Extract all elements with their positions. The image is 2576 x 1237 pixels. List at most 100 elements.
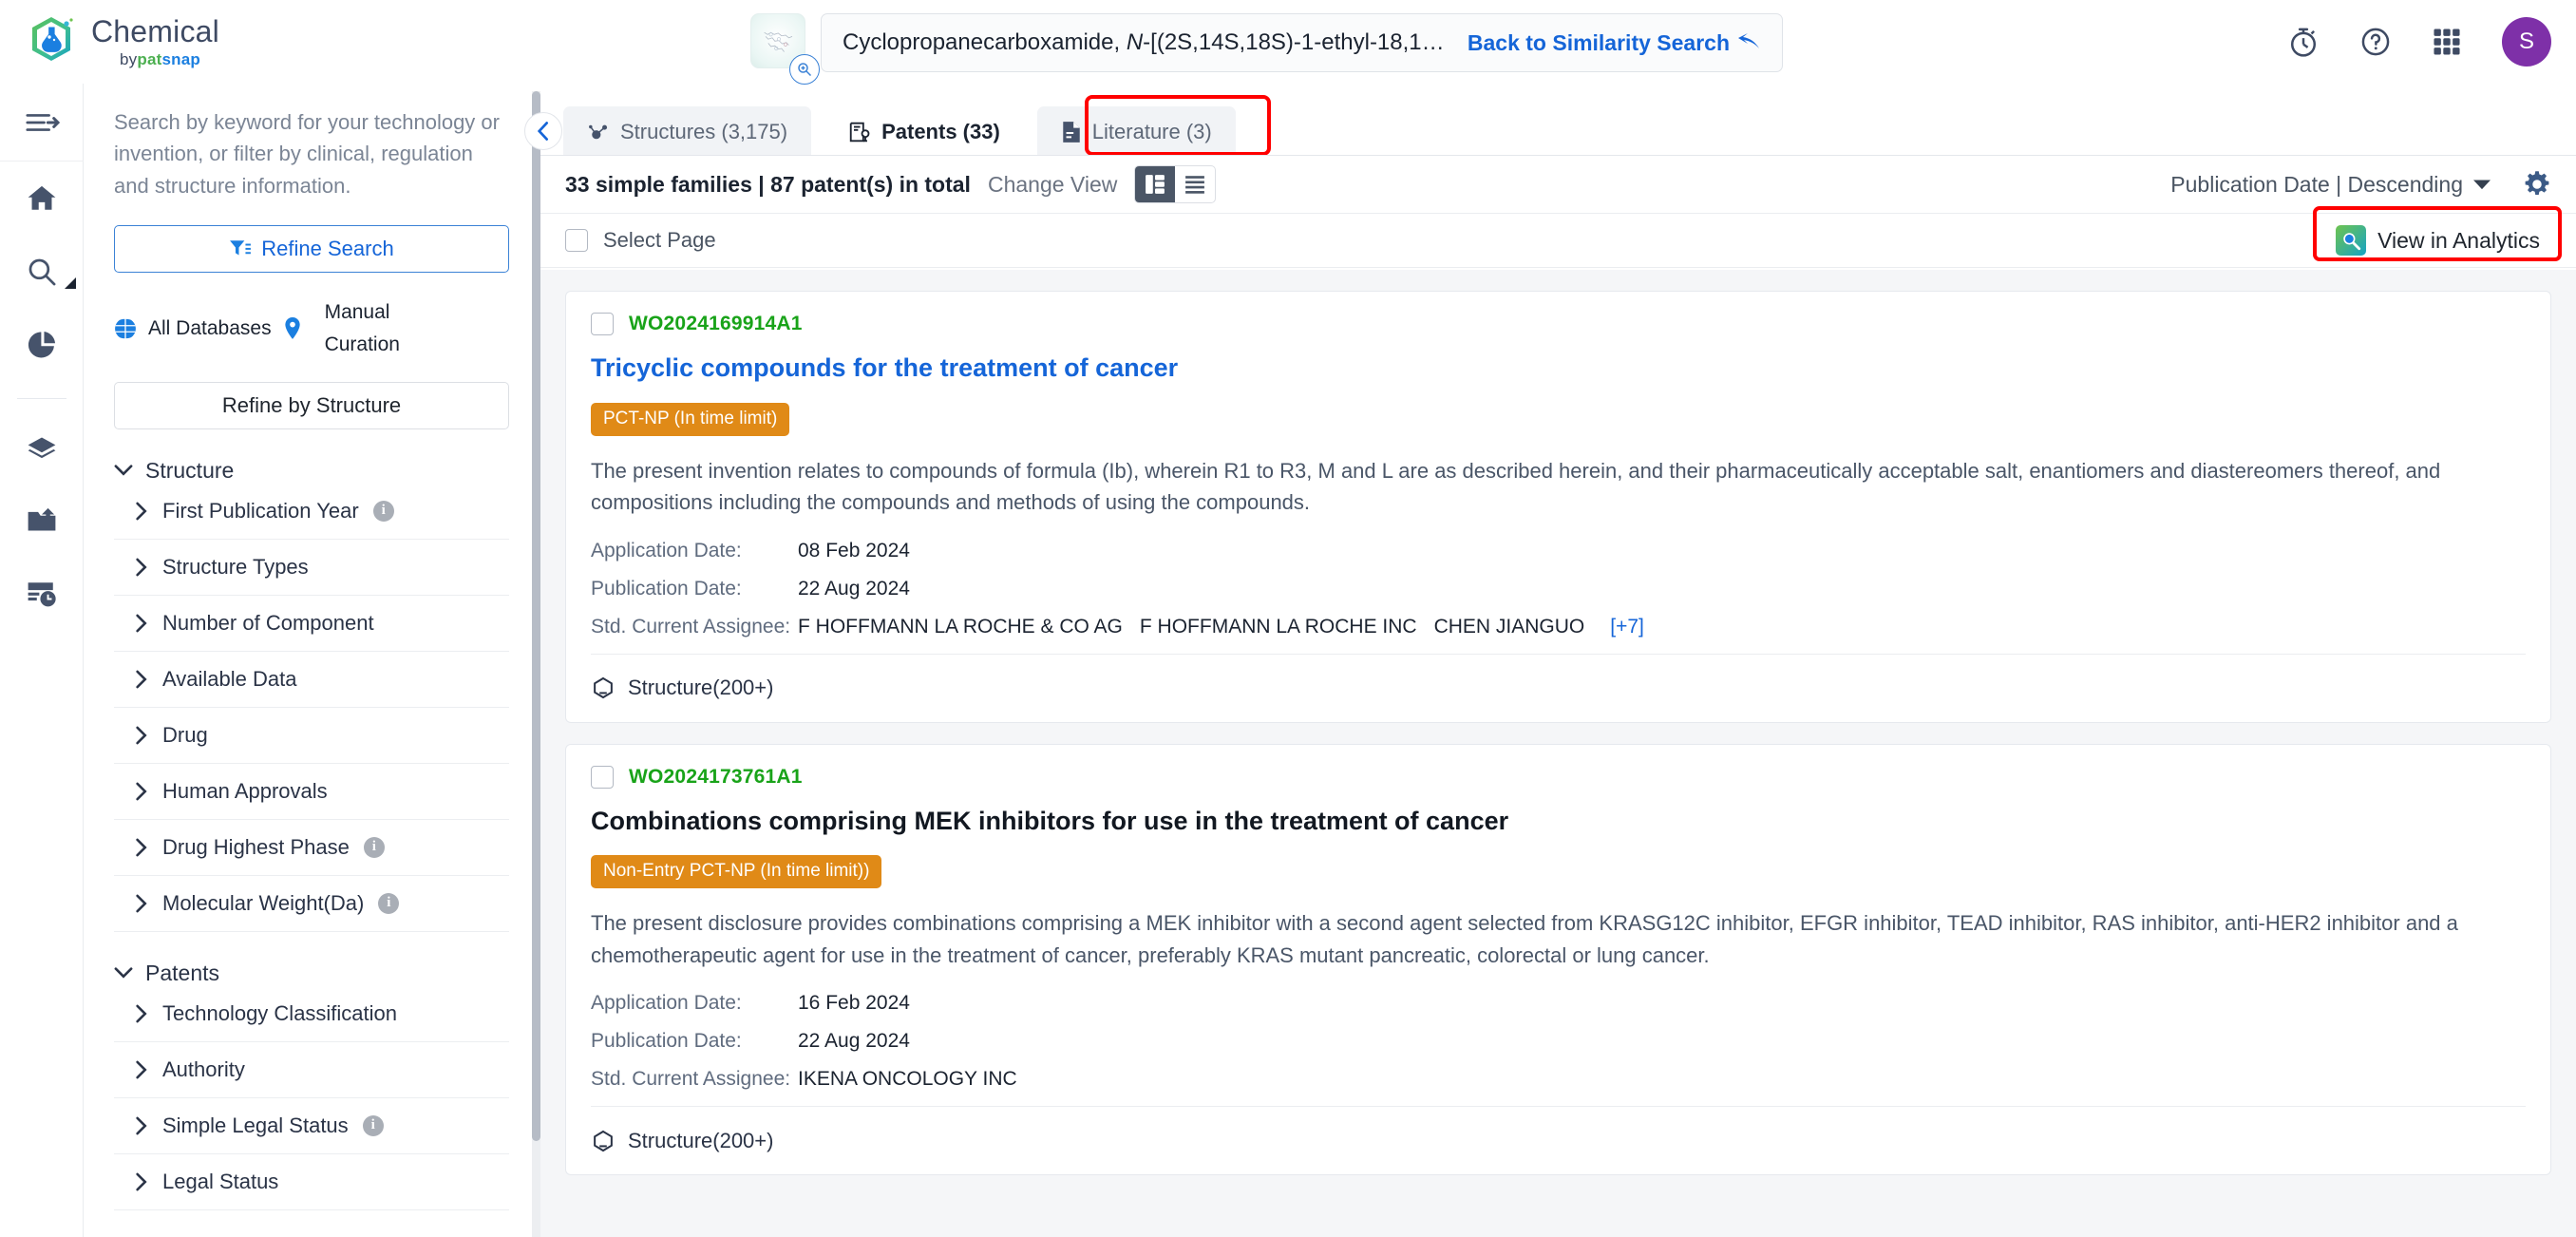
info-icon[interactable]: i (372, 500, 394, 522)
assignee-more-link[interactable]: [+7] (1610, 616, 1644, 638)
patent-result-card[interactable]: WO2024169914A1 Tricyclic compounds for t… (565, 291, 2551, 723)
results-toolbar: 33 simple families | 87 patent(s) in tot… (540, 156, 2576, 213)
analytics-pie-icon[interactable] (0, 308, 84, 381)
facet-authority[interactable]: Authority (114, 1042, 509, 1098)
facet-structure-types[interactable]: Structure Types (114, 540, 509, 596)
structure-count-link[interactable]: Structure(200+) (591, 1129, 773, 1153)
info-icon[interactable]: i (378, 892, 400, 914)
refine-search-button[interactable]: Refine Search (114, 225, 509, 274)
view-in-analytics-button[interactable]: View in Analytics (2324, 219, 2551, 261)
top-right-actions: S (2287, 0, 2551, 84)
legal-status-badge: Non-Entry PCT-NP (In time limit)) (591, 855, 882, 889)
card-footer: Structure(200+) (591, 653, 2526, 722)
avatar[interactable]: S (2502, 17, 2551, 67)
help-icon[interactable] (2359, 26, 2392, 58)
info-icon[interactable]: i (362, 1114, 384, 1136)
chevron-down-icon (114, 966, 133, 980)
assignee-item[interactable]: IKENA ONCOLOGY INC (798, 1068, 1017, 1090)
publication-number[interactable]: WO2024173761A1 (629, 766, 803, 789)
card-view-icon[interactable] (1135, 166, 1176, 202)
home-icon[interactable] (0, 162, 84, 235)
sort-selector[interactable]: Publication Date | Descending (2170, 172, 2491, 198)
chevron-right-icon (135, 1004, 148, 1023)
sort-label: Publication Date | Descending (2170, 171, 2463, 197)
search-icon[interactable] (0, 235, 84, 308)
filter-group-structure[interactable]: Structure (114, 458, 509, 484)
results-list: WO2024169914A1 Tricyclic compounds for t… (540, 270, 2576, 1237)
zoom-structure-icon[interactable] (789, 54, 820, 85)
refine-search-label: Refine Search (261, 237, 394, 261)
all-databases-label[interactable]: All Databases (148, 317, 272, 340)
tab-patents[interactable]: Patents (33) (824, 106, 1024, 156)
literature-doc-icon (1061, 121, 1082, 143)
gear-icon[interactable] (2523, 170, 2551, 199)
back-arrow-icon (1738, 33, 1761, 52)
brand-name: Chemical (91, 14, 219, 48)
facet-first-publication-year[interactable]: First Publication Year i (114, 484, 509, 540)
filter-panel: Search by keyword for your technology or… (84, 84, 540, 1237)
collapse-filter-panel-button[interactable] (524, 112, 562, 150)
patent-result-card[interactable]: WO2024173761A1 Combinations comprising M… (565, 743, 2551, 1176)
facet-number-of-component[interactable]: Number of Component (114, 596, 509, 652)
assignee-values: IKENA ONCOLOGY INC (798, 1068, 1034, 1091)
assignee-item[interactable]: CHEN JIANGUO (1434, 616, 1585, 638)
history-clock-icon[interactable] (2287, 26, 2320, 58)
chevron-down-icon (2473, 179, 2491, 190)
brand-logo[interactable]: Chemical bypatsnap (28, 15, 219, 68)
info-icon[interactable]: i (363, 836, 385, 858)
publication-number[interactable]: WO2024169914A1 (629, 313, 803, 335)
refine-by-structure-button[interactable]: Refine by Structure (114, 381, 509, 429)
card-footer: Structure(200+) (591, 1106, 2526, 1174)
filter-panel-scrollbar[interactable] (532, 91, 540, 1237)
legal-status-badge: PCT-NP (In time limit) (591, 402, 790, 436)
list-view-icon[interactable] (1175, 166, 1215, 202)
view-mode-toggle (1134, 165, 1217, 203)
facet-technology-classification[interactable]: Technology Classification (114, 986, 509, 1042)
folder-upload-icon[interactable] (0, 484, 84, 557)
database-layers-icon[interactable] (0, 410, 84, 484)
select-page-checkbox[interactable] (565, 229, 588, 252)
tab-literature[interactable]: Literature (3) (1036, 106, 1236, 156)
assignee-values: F HOFFMANN LA ROCHE & CO AG F HOFFMANN LA… (798, 616, 1644, 638)
facet-legal-status[interactable]: Legal Status (114, 1154, 509, 1210)
globe-icon (114, 317, 137, 340)
search-input[interactable]: Cyclopropanecarboxamide, N-[(2S,14S,18S)… (821, 13, 1783, 72)
assignee-item[interactable]: F HOFFMANN LA ROCHE & CO AG (798, 616, 1123, 638)
select-page-row: Select Page View in Analytics (540, 206, 2576, 268)
tab-structures[interactable]: Structures (3,175) (563, 106, 812, 156)
history-report-icon[interactable] (0, 557, 84, 630)
chevron-right-icon (135, 614, 148, 633)
back-to-similarity-search-link[interactable]: Back to Similarity Search (1468, 30, 1761, 56)
structure-count-label: Structure(200+) (628, 1128, 774, 1152)
structure-thumbnail[interactable] (750, 13, 820, 85)
metadata-row: Application Date: 08 Feb 2024 (591, 540, 2526, 562)
chevron-right-icon (135, 894, 148, 913)
facet-simple-legal-status[interactable]: Simple Legal Status i (114, 1098, 509, 1154)
filter-group-patents[interactable]: Patents (114, 961, 509, 986)
manual-curation-label[interactable]: Manual Curation (325, 296, 400, 360)
patent-title[interactable]: Tricyclic compounds for the treatment of… (591, 352, 2526, 385)
facet-human-approvals[interactable]: Human Approvals (114, 764, 509, 820)
molecule-icon (587, 122, 610, 143)
structure-count-label: Structure(200+) (628, 676, 774, 700)
result-checkbox[interactable] (591, 765, 614, 789)
metadata-row: Publication Date: 22 Aug 2024 (591, 1030, 2526, 1053)
assignee-row: Std. Current Assignee: IKENA ONCOLOGY IN… (591, 1068, 2526, 1091)
brand-by: by (120, 50, 138, 68)
patent-title[interactable]: Combinations comprising MEK inhibitors f… (591, 806, 2526, 838)
chevron-right-icon (135, 726, 148, 745)
facet-molecular-weight[interactable]: Molecular Weight(Da) i (114, 876, 509, 932)
change-view-label[interactable]: Change View (988, 172, 1117, 198)
apps-grid-icon[interactable] (2432, 27, 2462, 57)
scrollbar-thumb[interactable] (532, 91, 540, 1141)
facet-drug[interactable]: Drug (114, 708, 509, 764)
hexagon-structure-icon (591, 1129, 616, 1153)
facet-drug-highest-phase[interactable]: Drug Highest Phase i (114, 820, 509, 876)
collapse-menu-icon[interactable] (0, 84, 84, 162)
facet-available-data[interactable]: Available Data (114, 652, 509, 708)
filter-funnel-icon (229, 238, 252, 259)
structure-count-link[interactable]: Structure(200+) (591, 676, 773, 700)
assignee-item[interactable]: F HOFFMANN LA ROCHE INC (1140, 616, 1417, 638)
rail-divider (16, 398, 66, 399)
result-checkbox[interactable] (591, 313, 614, 335)
